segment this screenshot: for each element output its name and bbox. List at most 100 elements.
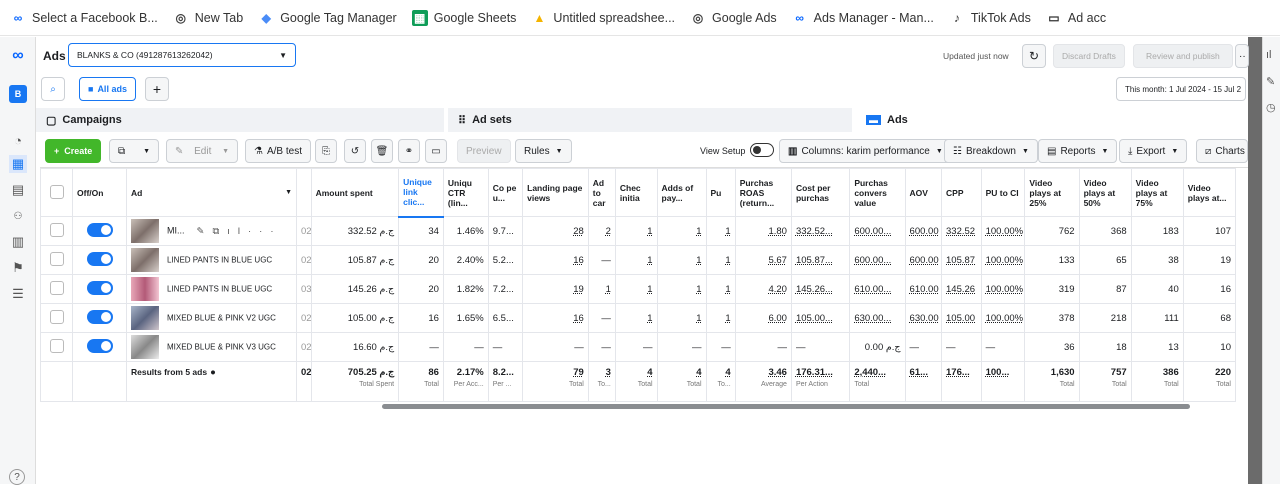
col-video-75[interactable]: Video plays at 75% [1130,168,1184,217]
col-video-50[interactable]: Video plays at 50% [1078,168,1132,217]
col-landing-page-views[interactable]: Landing page views [522,168,589,217]
bookmark-5[interactable]: ◎ Google Ads [690,10,777,26]
delivery-toggle[interactable] [72,216,127,246]
events-icon[interactable]: ⚑ [9,259,27,277]
billing-icon[interactable]: ▥ [9,233,27,251]
audiences-icon[interactable]: ⚇ [9,207,27,225]
row-checkbox[interactable] [40,303,73,333]
tab-adsets[interactable]: ⠿ Ad sets [448,108,852,132]
delivery-toggle[interactable] [72,303,127,333]
col-unique-link-clicks[interactable]: Unique link clic... [398,168,444,218]
account-select[interactable]: BLANKS & CO (491287613262042) ▼ [68,43,296,67]
row-checkbox[interactable] [40,332,73,362]
col-checkouts[interactable]: Chec initia [614,168,658,217]
col-video-95[interactable]: Video plays at... [1182,168,1237,217]
reports-icon[interactable]: ▤ [9,181,27,199]
campaigns-table-icon[interactable]: ▦ [9,155,27,173]
col-cpp[interactable]: CPP [941,168,982,217]
clock-icon[interactable]: ◷ [1266,101,1276,114]
table-row[interactable]: LINED PANTS IN BLUE UGC [40,245,297,275]
row-checkbox[interactable] [40,274,73,304]
col-offon[interactable]: Off/On [72,168,127,217]
ad-name-cell[interactable]: MI... ✎⧉ıl··· [126,216,297,246]
table-row[interactable]: LINED PANTS IN BLUE UGC [40,274,297,304]
more-button[interactable]: ·· [1235,44,1249,68]
copy-button[interactable]: ⎘ [315,139,337,163]
col-purchases[interactable]: Pu [705,168,736,217]
table-row[interactable]: MI... ✎⧉ıl··· [40,216,297,246]
create-button[interactable]: + Create [45,139,102,163]
table-row[interactable]: MIXED BLUE & PINK V3 UGC [40,332,297,362]
ad-name-cell[interactable]: LINED PANTS IN BLUE UGC [126,245,297,275]
col-adds-payment[interactable]: Adds of pay... [656,168,707,217]
bookmark-8[interactable]: ▭ Ad acc [1046,10,1106,26]
edit-button[interactable]: ✎ Edit ▼ [166,139,238,163]
col-amount-spent[interactable]: Amount spent [310,168,400,217]
delivery-toggle[interactable] [72,274,127,304]
undo-button[interactable]: ↺ [344,139,366,163]
discard-drafts-button[interactable]: Discard Drafts [1053,44,1125,68]
table-row[interactable]: 02 332.52 ج.م 34 1.46% 9.7... 28 2 1 1 1 1.80 332.5… [296,216,1237,246]
tab-campaigns[interactable]: ▢ Campaigns [36,108,444,132]
overview-icon[interactable]: ◔ [9,131,27,149]
meta-logo-icon[interactable]: ∞ [9,47,27,65]
ab-test-button[interactable]: ⚗ A/B test [245,139,311,163]
bookmark-3[interactable]: ▦ Google Sheets [411,9,516,26]
reports-button[interactable]: ▤ Reports ▼ [1038,139,1118,163]
vertical-scrollbar[interactable] [1248,37,1262,484]
row-checkbox[interactable] [40,245,73,275]
horizontal-scrollbar[interactable] [382,404,1190,409]
review-publish-button[interactable]: Review and publish [1133,44,1233,68]
ad-name-cell[interactable]: LINED PANTS IN BLUE UGC [126,274,297,304]
duplicate-button[interactable]: ⧉ ▼ [109,139,159,163]
table-row[interactable]: 03 145.26 ج.م 20 1.82% 7.2... 19 1 1 1 1 4.20 145.2… [296,274,1237,304]
col-add-to-cart[interactable]: Ad to car [587,168,616,217]
charts-button[interactable]: ⧄ Charts [1196,139,1248,163]
search-button[interactable]: ⌕ [41,77,65,101]
col-aov[interactable]: AOV [904,168,943,217]
help-icon[interactable]: ? [9,469,25,485]
col-video-25[interactable]: Video plays at 25% [1024,168,1080,217]
row-actions[interactable]: ✎⧉ıl··· [197,226,282,237]
table-row[interactable]: MIXED BLUE & PINK V2 UGC [40,303,297,333]
bookmark-0[interactable]: ∞ Select a Facebook B... [10,10,158,26]
bookmark-6[interactable]: ∞ Ads Manager - Man... [792,10,933,26]
col-conversion-value[interactable]: Purchas convers value [849,168,906,217]
ad-name-cell[interactable]: MIXED BLUE & PINK V2 UGC [126,303,297,333]
account-avatar[interactable]: B [9,85,27,103]
rules-button[interactable]: Rules ▼ [515,139,572,163]
bookmark-4[interactable]: ▲ Untitled spreadshee... [531,10,675,26]
bookmark-1[interactable]: ◎ New Tab [173,10,244,26]
delivery-toggle[interactable] [72,245,127,275]
add-filter-button[interactable]: + [145,77,169,101]
table-row[interactable]: 02 16.60 ج.م — — — — — — — — — —0.00 ج.م — — —36 18 13 10 [296,332,1237,362]
select-all-checkbox[interactable] [40,168,73,217]
breakdown-button[interactable]: ☷ Breakdown ▼ [944,139,1038,163]
delivery-toggle[interactable] [72,332,127,362]
export-button[interactable]: ⤓ Export ▼ [1119,139,1188,163]
bookmark-7[interactable]: ♪ TikTok Ads [949,10,1031,26]
col-ad[interactable]: Ad ▼ [126,168,297,217]
chart-icon[interactable]: ıl [1266,49,1272,61]
bookmark-2[interactable]: ◆ Google Tag Manager [258,10,397,26]
row-checkbox[interactable] [40,216,73,246]
tab-ads[interactable]: ▬ Ads [856,108,1248,132]
columns-button[interactable]: ▥ Columns: karim performance ▼ [779,139,952,163]
col-pu-to-ci[interactable]: PU to CI [980,168,1026,217]
col-unique-ctr[interactable]: Uniqu CTR (lin... [442,168,489,217]
refresh-button[interactable]: ↻ [1022,44,1046,68]
col-roas[interactable]: Purchas ROAS (return... [734,168,792,217]
table-row[interactable]: 02 105.00 ج.م 16 1.65% 6.5... 16—1 1 1 6.00 105.0… [296,303,1237,333]
view-setup-toggle[interactable] [750,143,774,157]
col-cost-per-purchase[interactable]: Cost per purchas [790,168,851,217]
menu-icon[interactable]: ☰ [9,285,27,303]
ad-name-cell[interactable]: MIXED BLUE & PINK V3 UGC [126,332,297,362]
preview-button[interactable]: Preview [457,139,511,163]
pencil-icon[interactable]: ✎ [1266,75,1275,88]
comment-button[interactable]: ▭ [425,139,447,163]
trash-icon[interactable]: 🗑 [371,139,393,163]
table-row[interactable]: 02 105.87 ج.م 20 2.40% 5.2... 16—1 1 1 5.67 105.8… [296,245,1237,275]
col-cost-per-unique[interactable]: Co pe u... [487,168,524,217]
date-range-picker[interactable]: This month: 1 Jul 2024 - 15 Jul 2 [1116,77,1246,101]
tag-button[interactable]: ⚭ [398,139,420,163]
